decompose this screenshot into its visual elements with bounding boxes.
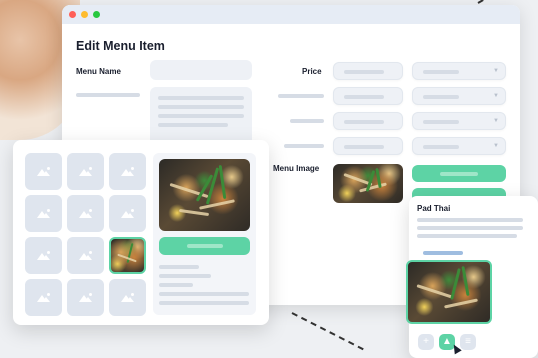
window-titlebar [62,5,520,24]
chevron-down-icon: ▼ [493,143,499,149]
image-icon [120,293,135,302]
maximize-window-button[interactable] [93,11,100,18]
plus-icon[interactable]: + [418,334,434,350]
gallery-thumbnail[interactable] [25,153,62,190]
gallery-thumbnail[interactable] [67,279,104,316]
chevron-down-icon: ▼ [493,68,499,74]
gallery-thumbnail[interactable] [67,237,104,274]
description-textarea[interactable] [150,87,252,147]
gallery-thumbnail[interactable] [25,195,62,232]
gallery-thumbnail[interactable] [25,279,62,316]
image-preview-pane [153,153,256,315]
option-select[interactable] [333,137,403,155]
page-title: Edit Menu Item [76,39,165,53]
menu-name-input[interactable] [150,60,252,80]
image-icon [120,167,135,176]
option-value-select[interactable]: ▼ [412,112,506,130]
image-icon [36,167,51,176]
select-image-button[interactable] [159,237,250,255]
menu-image-preview[interactable] [333,164,403,203]
gallery-thumbnail[interactable] [67,153,104,190]
decorative-dashed-line [477,0,505,4]
option-select[interactable] [333,87,403,105]
image-icon [36,209,51,218]
menu-image-label: Menu Image [273,164,320,173]
option-label-placeholder [284,144,324,148]
price-currency-select[interactable]: ▼ [412,62,506,80]
image-icon [78,293,93,302]
menu-item-card: Pad Thai + ▲ ≡ [406,196,538,358]
menu-item-title: Pad Thai [417,204,451,213]
image-icon [36,251,51,260]
gallery-thumbnail-selected[interactable] [109,237,146,274]
image-icon [78,167,93,176]
option-value-select[interactable]: ▼ [412,87,506,105]
price-select[interactable] [333,62,403,80]
description-label-placeholder [76,93,140,97]
option-label-placeholder [278,94,324,98]
image-gallery-panel [13,140,269,325]
gallery-thumbnail[interactable] [109,195,146,232]
image-icon [78,209,93,218]
gallery-thumbnail[interactable] [25,237,62,274]
option-value-select[interactable]: ▼ [412,137,506,155]
list-icon[interactable]: ≡ [460,334,476,350]
price-label: Price [302,67,322,76]
chevron-down-icon: ▼ [493,118,499,124]
close-window-button[interactable] [69,11,76,18]
gallery-thumbnail[interactable] [109,279,146,316]
option-label-placeholder [290,119,324,123]
image-icon [36,293,51,302]
minimize-window-button[interactable] [81,11,88,18]
menu-item-image[interactable] [406,260,492,324]
gallery-thumbnail[interactable] [67,195,104,232]
option-select[interactable] [333,112,403,130]
image-icon [120,209,135,218]
gallery-thumbnail[interactable] [109,153,146,190]
preview-image [159,159,250,231]
menu-name-label: Menu Name [76,67,121,76]
decorative-dashed-line [291,312,364,351]
upload-image-button[interactable] [412,165,506,182]
chevron-down-icon: ▼ [493,93,499,99]
image-icon [78,251,93,260]
